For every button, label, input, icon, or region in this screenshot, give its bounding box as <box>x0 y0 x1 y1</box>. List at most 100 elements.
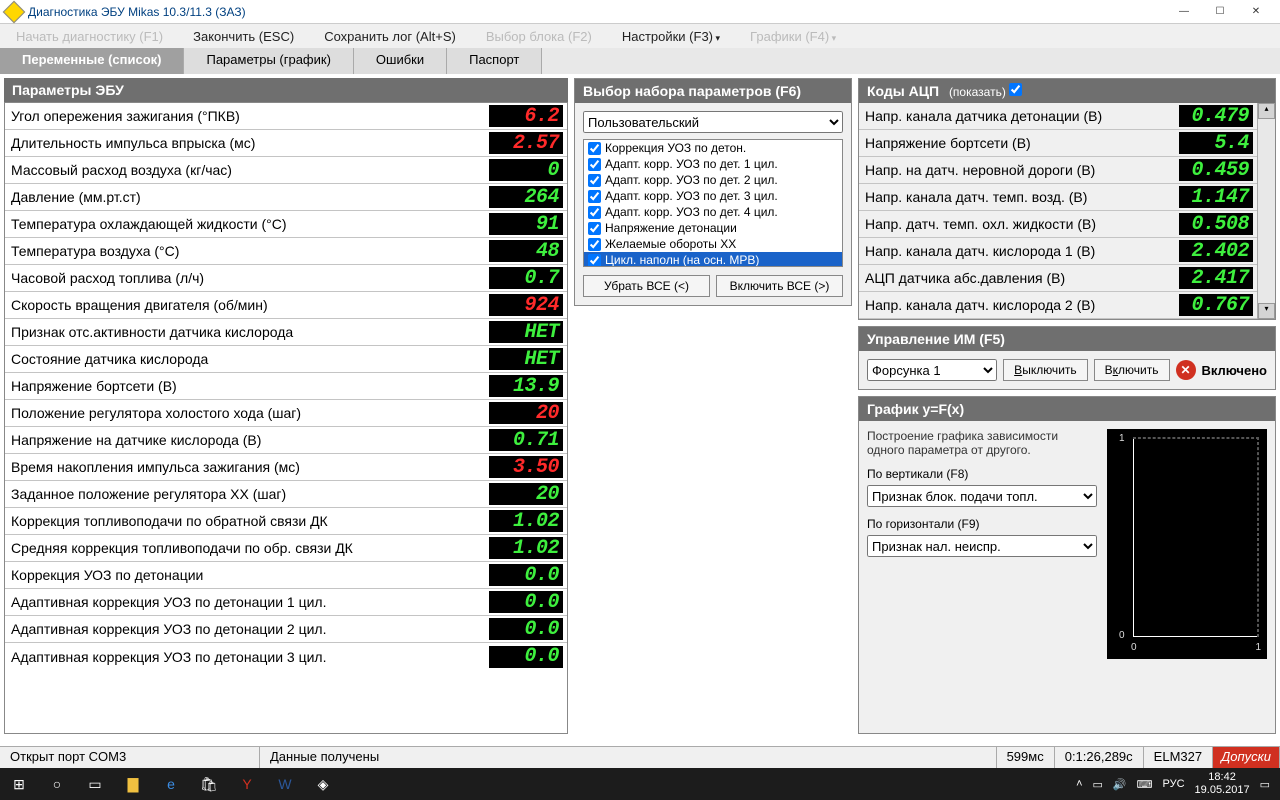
param-row[interactable]: Состояние датчика кислородаHET <box>5 346 567 373</box>
adc-value: 0.767 <box>1179 294 1253 316</box>
adc-row: Напр. на датч. неровной дороги (В)0.459 <box>859 157 1257 184</box>
param-row[interactable]: Адаптивная коррекция УОЗ по детонации 2 … <box>5 616 567 643</box>
param-row[interactable]: Температура воздуха (°C)48 <box>5 238 567 265</box>
tab-params[interactable]: Параметры (график) <box>184 48 353 74</box>
edge-icon[interactable]: e <box>152 768 190 800</box>
tray-lang[interactable]: РУС <box>1163 778 1185 790</box>
param-row[interactable]: Время накопления импульса зажигания (мс)… <box>5 454 567 481</box>
checkbox[interactable] <box>588 238 601 251</box>
checklist-item[interactable]: Адапт. корр. УОЗ по дет. 3 цил. <box>584 188 842 204</box>
param-row[interactable]: Угол опережения зажигания (°ПКВ)6.2 <box>5 103 567 130</box>
horizontal-axis-select[interactable]: Признак нал. неиспр. <box>867 535 1097 557</box>
param-row[interactable]: Адаптивная коррекция УОЗ по детонации 3 … <box>5 643 567 670</box>
adc-scrollbar[interactable]: ▴ ▾ <box>1257 103 1275 319</box>
checklist-item[interactable]: Напряжение детонации <box>584 220 842 236</box>
vertical-axis-select[interactable]: Признак блок. подачи топл. <box>867 485 1097 507</box>
menu-settings[interactable]: Настройки (F3) <box>622 29 720 44</box>
menu-start[interactable]: Начать диагностику (F1) <box>16 29 163 44</box>
param-row[interactable]: Адаптивная коррекция УОЗ по детонации 1 … <box>5 589 567 616</box>
checkbox[interactable] <box>588 190 601 203</box>
checkbox[interactable] <box>588 254 601 267</box>
param-row[interactable]: Напряжение на датчике кислорода (В)0.71 <box>5 427 567 454</box>
param-label: Длительность импульса впрыска (мс) <box>5 131 489 155</box>
menu-block[interactable]: Выбор блока (F2) <box>486 29 592 44</box>
checkbox[interactable] <box>588 174 601 187</box>
tab-passport[interactable]: Паспорт <box>447 48 542 74</box>
checklist-item[interactable]: Адапт. корр. УОЗ по дет. 1 цил. <box>584 156 842 172</box>
param-label: Часовой расход топлива (л/ч) <box>5 266 489 290</box>
param-row[interactable]: Температура охлаждающей жидкости (°C)91 <box>5 211 567 238</box>
status-device: ELM327 <box>1144 747 1213 768</box>
checkbox[interactable] <box>588 142 601 155</box>
start-icon[interactable]: ⊞ <box>0 768 38 800</box>
param-row[interactable]: Давление (мм.рт.ст)264 <box>5 184 567 211</box>
volume-icon[interactable]: 🔊 <box>1113 778 1127 791</box>
store-icon[interactable]: 🛍 <box>190 768 228 800</box>
close-icon[interactable]: ✕ <box>1176 360 1196 380</box>
param-row[interactable]: Положение регулятора холостого хода (шаг… <box>5 400 567 427</box>
network-icon[interactable]: ▭ <box>1093 778 1103 791</box>
param-value: 13.9 <box>489 375 563 397</box>
im-on-button[interactable]: Включить <box>1094 359 1170 381</box>
remove-all-button[interactable]: Убрать ВСЕ (<) <box>583 275 710 297</box>
param-row[interactable]: Признак отс.активности датчика кислорода… <box>5 319 567 346</box>
param-row[interactable]: Массовый расход воздуха (кг/час)0 <box>5 157 567 184</box>
param-row[interactable]: Средняя коррекция топливоподачи по обр. … <box>5 535 567 562</box>
param-row[interactable]: Длительность импульса впрыска (мс)2.57 <box>5 130 567 157</box>
param-row[interactable]: Напряжение бортсети (В)13.9 <box>5 373 567 400</box>
minimize-button[interactable]: — <box>1166 1 1202 23</box>
im-off-button[interactable]: Выключить <box>1003 359 1087 381</box>
param-label: Заданное положение регулятора XX (шаг) <box>5 482 489 506</box>
checklist-item[interactable]: Адапт. корр. УОЗ по дет. 4 цил. <box>584 204 842 220</box>
param-row[interactable]: Коррекция топливоподачи по обратной связ… <box>5 508 567 535</box>
checklist-label: Напряжение детонации <box>605 221 737 235</box>
param-set-select[interactable]: Пользовательский <box>583 111 843 133</box>
param-label: Массовый расход воздуха (кг/час) <box>5 158 489 182</box>
checklist-item[interactable]: Желаемые обороты XX <box>584 236 842 252</box>
param-row[interactable]: Коррекция УОЗ по детонации0.0 <box>5 562 567 589</box>
scroll-up-icon[interactable]: ▴ <box>1258 103 1275 119</box>
adc-show-checkbox[interactable] <box>1009 83 1022 96</box>
param-label: Адаптивная коррекция УОЗ по детонации 2 … <box>5 617 489 641</box>
im-status: Включено <box>1202 363 1268 378</box>
ecu-parameters-table[interactable]: Угол опережения зажигания (°ПКВ)6.2Длите… <box>4 102 568 734</box>
word-icon[interactable]: W <box>266 768 304 800</box>
app-icon-1[interactable]: Y <box>228 768 266 800</box>
taskview-icon[interactable]: ▭ <box>76 768 114 800</box>
checklist-item[interactable]: Цикл. наполн (на осн. МРВ) <box>584 252 842 267</box>
close-button[interactable]: ✕ <box>1238 1 1274 23</box>
param-row[interactable]: Скорость вращения двигателя (об/мин)924 <box>5 292 567 319</box>
param-row[interactable]: Заданное положение регулятора XX (шаг)20 <box>5 481 567 508</box>
maximize-button[interactable]: ☐ <box>1202 1 1238 23</box>
checkbox[interactable] <box>588 158 601 171</box>
chevron-up-icon[interactable]: ˄ <box>1076 778 1082 790</box>
checkbox[interactable] <box>588 206 601 219</box>
menu-finish[interactable]: Закончить (ESC) <box>193 29 294 44</box>
include-all-button[interactable]: Включить ВСЕ (>) <box>716 275 843 297</box>
param-checklist[interactable]: Коррекция УОЗ по детон.Адапт. корр. УОЗ … <box>583 139 843 267</box>
scroll-down-icon[interactable]: ▾ <box>1258 303 1275 319</box>
menu-graphs[interactable]: Графики (F4) <box>750 29 836 44</box>
checklist-item[interactable]: Адапт. корр. УОЗ по дет. 2 цил. <box>584 172 842 188</box>
param-value: HET <box>489 348 563 370</box>
menu-savelog[interactable]: Сохранить лог (Alt+S) <box>324 29 456 44</box>
checkbox[interactable] <box>588 222 601 235</box>
im-select[interactable]: Форсунка 1 <box>867 359 997 381</box>
folder-icon[interactable]: ▇ <box>114 768 152 800</box>
graph-panel: График y=F(x) Построение графика зависим… <box>858 396 1276 734</box>
tab-errors[interactable]: Ошибки <box>354 48 447 74</box>
checklist-label: Адапт. корр. УОЗ по дет. 2 цил. <box>605 173 778 187</box>
checklist-item[interactable]: Коррекция УОЗ по детон. <box>584 140 842 156</box>
search-icon[interactable]: ○ <box>38 768 76 800</box>
adc-row: Напр. канала датчика детонации (В)0.479 <box>859 103 1257 130</box>
param-row[interactable]: Часовой расход топлива (л/ч)0.7 <box>5 265 567 292</box>
param-label: Средняя коррекция топливоподачи по обр. … <box>5 536 489 560</box>
tray-clock[interactable]: 18:42 19.05.2017 <box>1195 771 1250 797</box>
status-tolerance[interactable]: Допуски <box>1213 747 1280 768</box>
diag-app-icon[interactable]: ◈ <box>304 768 342 800</box>
param-value: 6.2 <box>489 105 563 127</box>
tab-variables[interactable]: Переменные (список) <box>0 48 184 74</box>
param-value: 20 <box>489 483 563 505</box>
notification-icon[interactable]: ▭ <box>1260 778 1270 791</box>
keyboard-icon[interactable]: ⌨ <box>1137 778 1153 791</box>
